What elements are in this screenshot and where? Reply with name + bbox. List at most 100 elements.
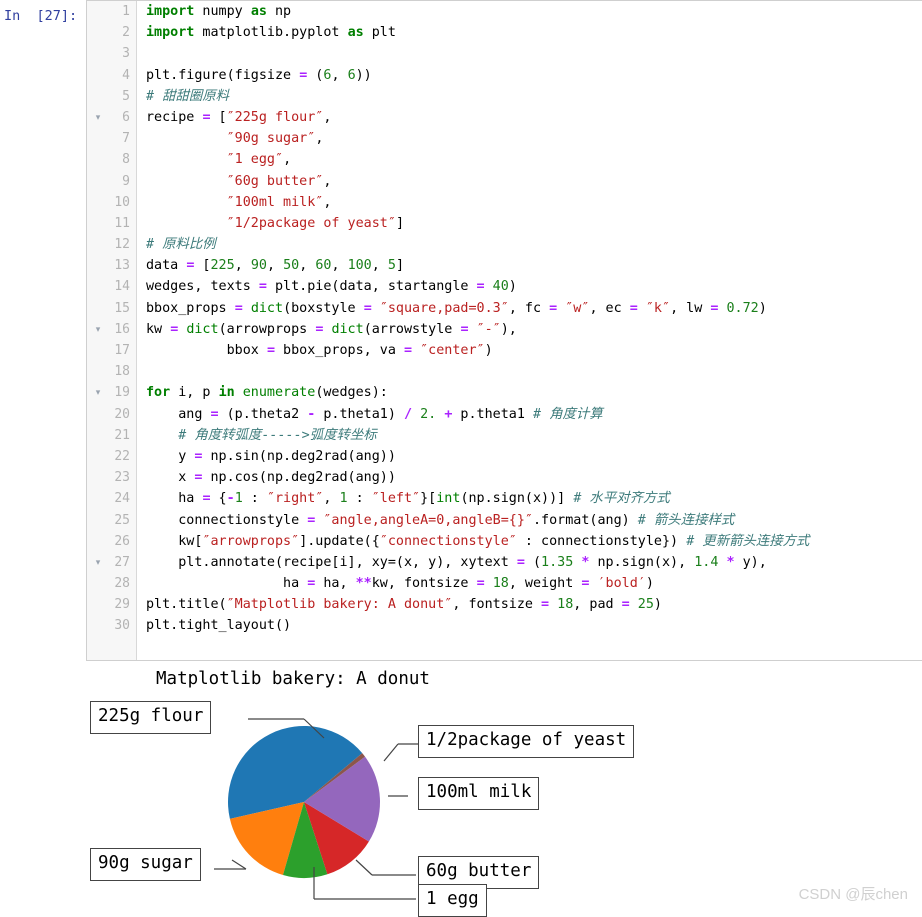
code-line[interactable]: ″90g sugar″, (146, 128, 922, 149)
code-line[interactable]: plt.figure(figsize = (6, 6)) (146, 65, 922, 86)
code-token: (p.theta2 (218, 406, 308, 422)
gutter-row: ▾ 19 (87, 382, 136, 403)
code-token: ″k″ (645, 300, 671, 316)
code-line[interactable]: y = np.sin(np.deg2rad(ang)) (146, 446, 922, 467)
line-number: 18 (114, 364, 130, 380)
code-line[interactable]: plt.annotate(recipe[i], xy=(x, y), xytex… (146, 552, 922, 573)
gutter-row: 7 (87, 128, 136, 149)
code-line[interactable]: ″100ml milk″, (146, 192, 922, 213)
line-number: 10 (114, 194, 130, 210)
line-number: 15 (114, 300, 130, 316)
code-token: ha, (315, 576, 356, 592)
code-text-area[interactable]: import numpy as np import matplotlib.pypl… (138, 1, 922, 660)
fold-toggle-icon[interactable]: ▾ (92, 107, 104, 128)
code-line[interactable]: wedges, texts = plt.pie(data, startangle… (146, 276, 922, 297)
code-token: = (363, 300, 372, 316)
code-token: y (146, 448, 195, 464)
code-token: plt.annotate(recipe[i], xy=(x, y), xytex… (146, 554, 517, 570)
code-line[interactable]: bbox = bbox_props, va = ″center″) (146, 340, 922, 361)
gutter-row: 5 (87, 86, 136, 107)
code-token: , (323, 109, 332, 125)
code-line[interactable]: kw = dict(arrowprops = dict(arrowstyle =… (146, 319, 922, 340)
code-line[interactable]: data = [225, 90, 50, 60, 100, 5] (146, 255, 922, 276)
code-token: ″90g sugar″ (226, 131, 316, 147)
code-token: ″arrowprops″ (202, 533, 300, 549)
code-line[interactable]: import matplotlib.pyplot as plt (146, 22, 922, 43)
gutter-row: 26 (87, 531, 136, 552)
code-token: [ (210, 109, 227, 125)
line-number: 22 (114, 448, 130, 464)
line-number: 4 (122, 67, 130, 83)
code-line[interactable]: for i, p in enumerate(wedges): (146, 382, 922, 403)
notebook-code-cell[interactable]: In [27]: 1 2 3 4 5 ▾ 6 7 8 9 10 11 12 13 14 15 ▾ 16 17 18 ▾ 1… (0, 0, 922, 662)
code-line[interactable]: plt.title(″Matplotlib bakery: A donut″, … (146, 594, 922, 615)
code-line[interactable]: import numpy as np (146, 1, 922, 22)
code-token: , (266, 258, 284, 274)
code-token: ″right″ (266, 491, 324, 507)
code-token: x (146, 470, 195, 486)
code-token: connectionstyle (146, 512, 308, 528)
code-token: 1 (234, 491, 243, 507)
code-token: ha (146, 576, 308, 592)
code-token: = (210, 406, 219, 422)
fold-toggle-icon[interactable]: ▾ (92, 382, 104, 403)
code-token: matplotlib.pyplot (194, 25, 348, 41)
code-token: )) (355, 67, 372, 83)
code-token: , lw (670, 300, 711, 316)
code-token: , (283, 152, 292, 168)
code-line[interactable]: plt.tight_layout() (146, 615, 922, 636)
code-line[interactable]: recipe = [″225g flour″, (146, 107, 922, 128)
code-line[interactable]: # 原料比例 (146, 234, 922, 255)
code-line[interactable]: ha = {-1 : ″right″, 1 : ″left″}[int(np.s… (146, 488, 922, 509)
code-line[interactable]: ″1/2package of yeast″] (146, 213, 922, 234)
code-token: { (210, 491, 227, 507)
code-line[interactable] (146, 361, 922, 382)
code-line[interactable]: # 甜甜圈原料 (146, 86, 922, 107)
code-line[interactable]: ″60g butter″, (146, 171, 922, 192)
gutter-row: 9 (87, 171, 136, 192)
code-token: numpy (194, 4, 251, 19)
fold-toggle-icon[interactable]: ▾ (92, 552, 104, 573)
code-token: ″left″ (371, 491, 421, 507)
code-token: ″square,pad=0.3″ (379, 300, 509, 316)
code-line[interactable]: bbox_props = dict(boxstyle = ″square,pad… (146, 298, 922, 319)
code-token: , ec (589, 300, 630, 316)
code-line[interactable]: # 角度转弧度----->弧度转坐标 (146, 425, 922, 446)
code-token: 18 (557, 597, 574, 613)
code-line[interactable] (146, 43, 922, 64)
gutter-row: 4 (87, 65, 136, 86)
gutter-row: 28 (87, 573, 136, 594)
line-number: 13 (114, 258, 130, 274)
code-editor[interactable]: 1 2 3 4 5 ▾ 6 7 8 9 10 11 12 13 14 15 ▾ 16 17 18 ▾ 19 20 21 22 23… (86, 0, 922, 661)
code-token: ) (508, 279, 517, 295)
code-token: * (726, 554, 735, 570)
code-line[interactable]: kw[″arrowprops″].update({″connectionstyl… (146, 531, 922, 552)
code-line[interactable]: ha = ha, **kw, fontsize = 18, weight = ′… (146, 573, 922, 594)
line-number: 26 (114, 533, 130, 549)
code-line[interactable]: ang = (p.theta2 - p.theta1) / 2. + p.the… (146, 404, 922, 425)
code-token: bbox_props (146, 300, 235, 316)
code-line[interactable]: connectionstyle = ″angle,angleA=0,angleB… (146, 510, 922, 531)
code-token: ″1 egg″ (226, 152, 284, 168)
fold-toggle-icon[interactable]: ▾ (92, 319, 104, 340)
code-line[interactable]: ″1 egg″, (146, 149, 922, 170)
gutter-row: 2 (87, 22, 136, 43)
code-token: = (258, 279, 267, 295)
code-token: = (202, 491, 211, 507)
code-token: (wedges): (315, 385, 388, 401)
line-number: 1 (122, 4, 130, 19)
code-token: 18 (492, 576, 509, 592)
annotation-milk: 100ml milk (418, 777, 540, 810)
code-token: = (541, 597, 550, 613)
code-line[interactable]: x = np.cos(np.deg2rad(ang)) (146, 467, 922, 488)
code-token: ) (758, 300, 767, 316)
